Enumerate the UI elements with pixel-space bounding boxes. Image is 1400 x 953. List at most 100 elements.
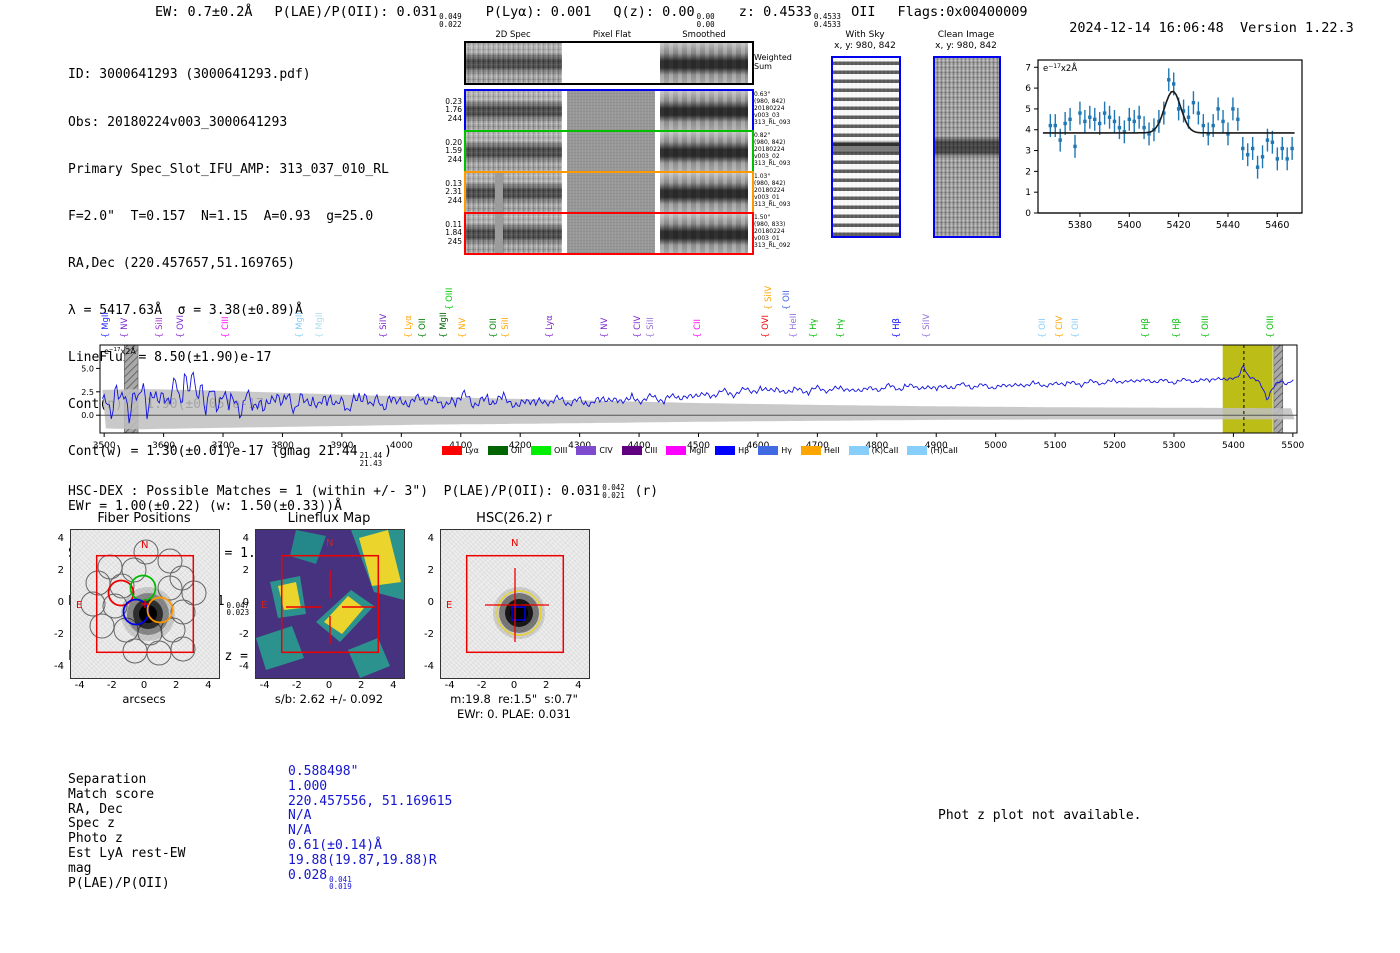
- hsc-cutout-panel: N E: [440, 529, 590, 679]
- qz-value: Q(z): 0.00 0.00 0.00: [613, 4, 715, 29]
- twod-row-left-label: 0.23 1.76 244: [445, 96, 462, 123]
- twod-row-border: [464, 130, 754, 173]
- hsc-cutout-title: HSC(26.2) r: [476, 511, 552, 526]
- match-row-value: 0.028 0.041 0.019: [288, 867, 352, 892]
- legend-label: CIV: [599, 446, 613, 455]
- legend-swatch: [715, 446, 736, 455]
- legend-item-OIII: OIII: [530, 446, 567, 455]
- twod-col-2dspec: 2D Spec: [495, 30, 531, 40]
- info-obs: Obs: 20180224v003_3000641293: [68, 114, 288, 130]
- line-label-Hβ: { Hβ: [892, 318, 903, 338]
- plae-poii-value: P(LAE)/P(OII): 0.031 0.049 0.022: [274, 4, 462, 29]
- hsc-cutout-graphic: N E: [446, 538, 565, 654]
- twod-row-2: 0.20 1.59 244 0.82" (980, 842) 20180224 v003_0…: [440, 130, 810, 173]
- twod-spectra-section: 2D Spec Pixel Flat Smoothed Weighted Sum 0…: [440, 30, 810, 260]
- panel-0-xtick: 2: [172, 680, 180, 691]
- twod-row-border: [464, 41, 754, 85]
- panel-0-ytick: 4: [57, 532, 64, 544]
- match-row-label: mag: [68, 860, 92, 876]
- legend-swatch: [758, 446, 779, 455]
- legend-swatch: [800, 446, 821, 455]
- line-label-SiII: { SiII: [155, 317, 166, 338]
- elixer-report-page: { "header": { "ew": "EW: 0.7±0.2Å", "pla…: [0, 0, 1400, 953]
- line-label-NV: { NV: [599, 317, 610, 338]
- twod-row-left-label: 0.20 1.59 244: [445, 137, 462, 164]
- panel-1-ytick: 0: [242, 597, 249, 608]
- lineflux-map-title: Lineflux Map: [287, 511, 371, 526]
- info-slot: Primary Spec_Slot_IFU_AMP: 313_037_010_R…: [68, 161, 389, 177]
- panel-2-ytick: 0: [427, 597, 434, 608]
- panel-1-xtick: 4: [390, 680, 397, 691]
- lineflux-map-graphic: N E: [256, 530, 404, 678]
- svg-text:0.0: 0.0: [81, 411, 94, 420]
- twod-row-right-label: 1.50" (980, 833) 20180224 v003_01 313_RL_092: [754, 214, 791, 249]
- clean-image: [933, 56, 1001, 238]
- legend-swatch: [848, 446, 869, 455]
- hsc-caption-2: EWr: 0. PLAE: 0.031: [457, 707, 571, 721]
- match-row-value: N/A: [288, 808, 312, 824]
- match-row-label: Separation: [68, 772, 147, 787]
- legend-label: Lyα: [465, 446, 479, 455]
- panel-1-xtick: 0: [325, 680, 333, 691]
- twod-row-border: [464, 171, 754, 214]
- spectrum-legend: Lyα OII OIII CIV CIII MgII Hβ Hγ HeII (K)CaII (H)C…: [80, 446, 1320, 455]
- svg-text:7: 7: [1025, 63, 1031, 73]
- svg-text:2.5: 2.5: [81, 388, 94, 397]
- legend-item-Hβ: Hβ: [715, 446, 749, 455]
- line-label-Hβ: { Hβ: [1171, 318, 1182, 338]
- legend-swatch: [442, 446, 463, 455]
- match-row-label: RA, Dec: [68, 801, 123, 817]
- legend-item-OII: OII: [487, 446, 522, 455]
- version: Version 1.22.3: [1239, 20, 1354, 36]
- panel-1-xtick: -2: [291, 680, 302, 691]
- legend-item-(K)CaII: (K)CaII: [848, 446, 899, 455]
- line-label-MgII: { MgII: [438, 312, 449, 338]
- with-sky-title: With Sky x, y: 980, 842: [834, 30, 896, 51]
- svg-text:5420: 5420: [1167, 220, 1191, 231]
- legend-label: Hβ: [738, 446, 750, 455]
- twod-row-1: 0.23 1.76 244 0.63" (980, 842) 20180224 v003_0…: [440, 89, 810, 132]
- panel-0-ytick: -4: [54, 661, 64, 673]
- legend-label: Hγ: [781, 446, 792, 455]
- legend-label: (K)CaII: [871, 446, 899, 455]
- line-label-NV: { NV: [458, 317, 469, 338]
- panel-0-ytick: -2: [54, 629, 64, 641]
- panel-0-xtick: -2: [106, 680, 117, 691]
- panel-2-xtick: 0: [510, 680, 518, 691]
- svg-text:4: 4: [1025, 126, 1031, 136]
- line-label-OVI: { OVI: [176, 315, 187, 338]
- twod-row-4: 0.11 1.84 245 1.50" (980, 833) 20180224 v003_0…: [440, 212, 810, 255]
- match-row-label: Photo z: [68, 831, 123, 847]
- legend-item-CIII: CIII: [621, 446, 658, 455]
- twod-row-border: [464, 89, 754, 132]
- panel-2-ytick: -4: [424, 661, 434, 673]
- hsc-caption-1: m:19.8 re:1.5" s:0.7": [450, 692, 578, 706]
- panel-2-xtick: 4: [575, 680, 582, 691]
- legend-label: OII: [510, 446, 522, 455]
- line-label-SiII: { SiII: [501, 317, 512, 338]
- match-row-label: Est LyA rest-EW: [68, 845, 186, 861]
- twod-col-smoothed: Smoothed: [682, 30, 726, 40]
- line-label-Lyα: { Lyα: [404, 315, 415, 338]
- svg-text:0: 0: [1025, 209, 1031, 219]
- line-label-OIII: { OIII: [444, 287, 455, 310]
- legend-label: (H)CaII: [930, 446, 958, 455]
- line-label-Lyα: { Lyα: [544, 315, 555, 338]
- twod-row-right-label: Weighted Sum: [754, 53, 792, 71]
- info-radec: RA,Dec (220.457657,51.169765): [68, 255, 295, 271]
- legend-item-Lyα: Lyα: [442, 446, 479, 455]
- legend-label: CIII: [644, 446, 658, 455]
- north-label: N: [326, 538, 333, 549]
- twod-row-right-label: 1.03" (980, 842) 20180224 v003_01 313_RL_093: [754, 173, 791, 208]
- match-row-value: 19.88(19.87,19.88)R: [288, 852, 437, 868]
- panel-0-xtick: 4: [205, 680, 212, 691]
- east-label: E: [261, 600, 267, 611]
- line-label-CIII: { CIII: [220, 316, 231, 338]
- line-label-MgII: { MgII: [101, 312, 112, 338]
- panel-1-ytick: -2: [239, 629, 249, 641]
- panel-1-xtick: -4: [259, 680, 270, 691]
- svg-text:5460: 5460: [1265, 220, 1289, 231]
- line-label-HeII: { HeII: [788, 313, 799, 338]
- svg-text:1: 1: [1025, 188, 1031, 198]
- fiber-positions-graphic: N E: [76, 539, 207, 666]
